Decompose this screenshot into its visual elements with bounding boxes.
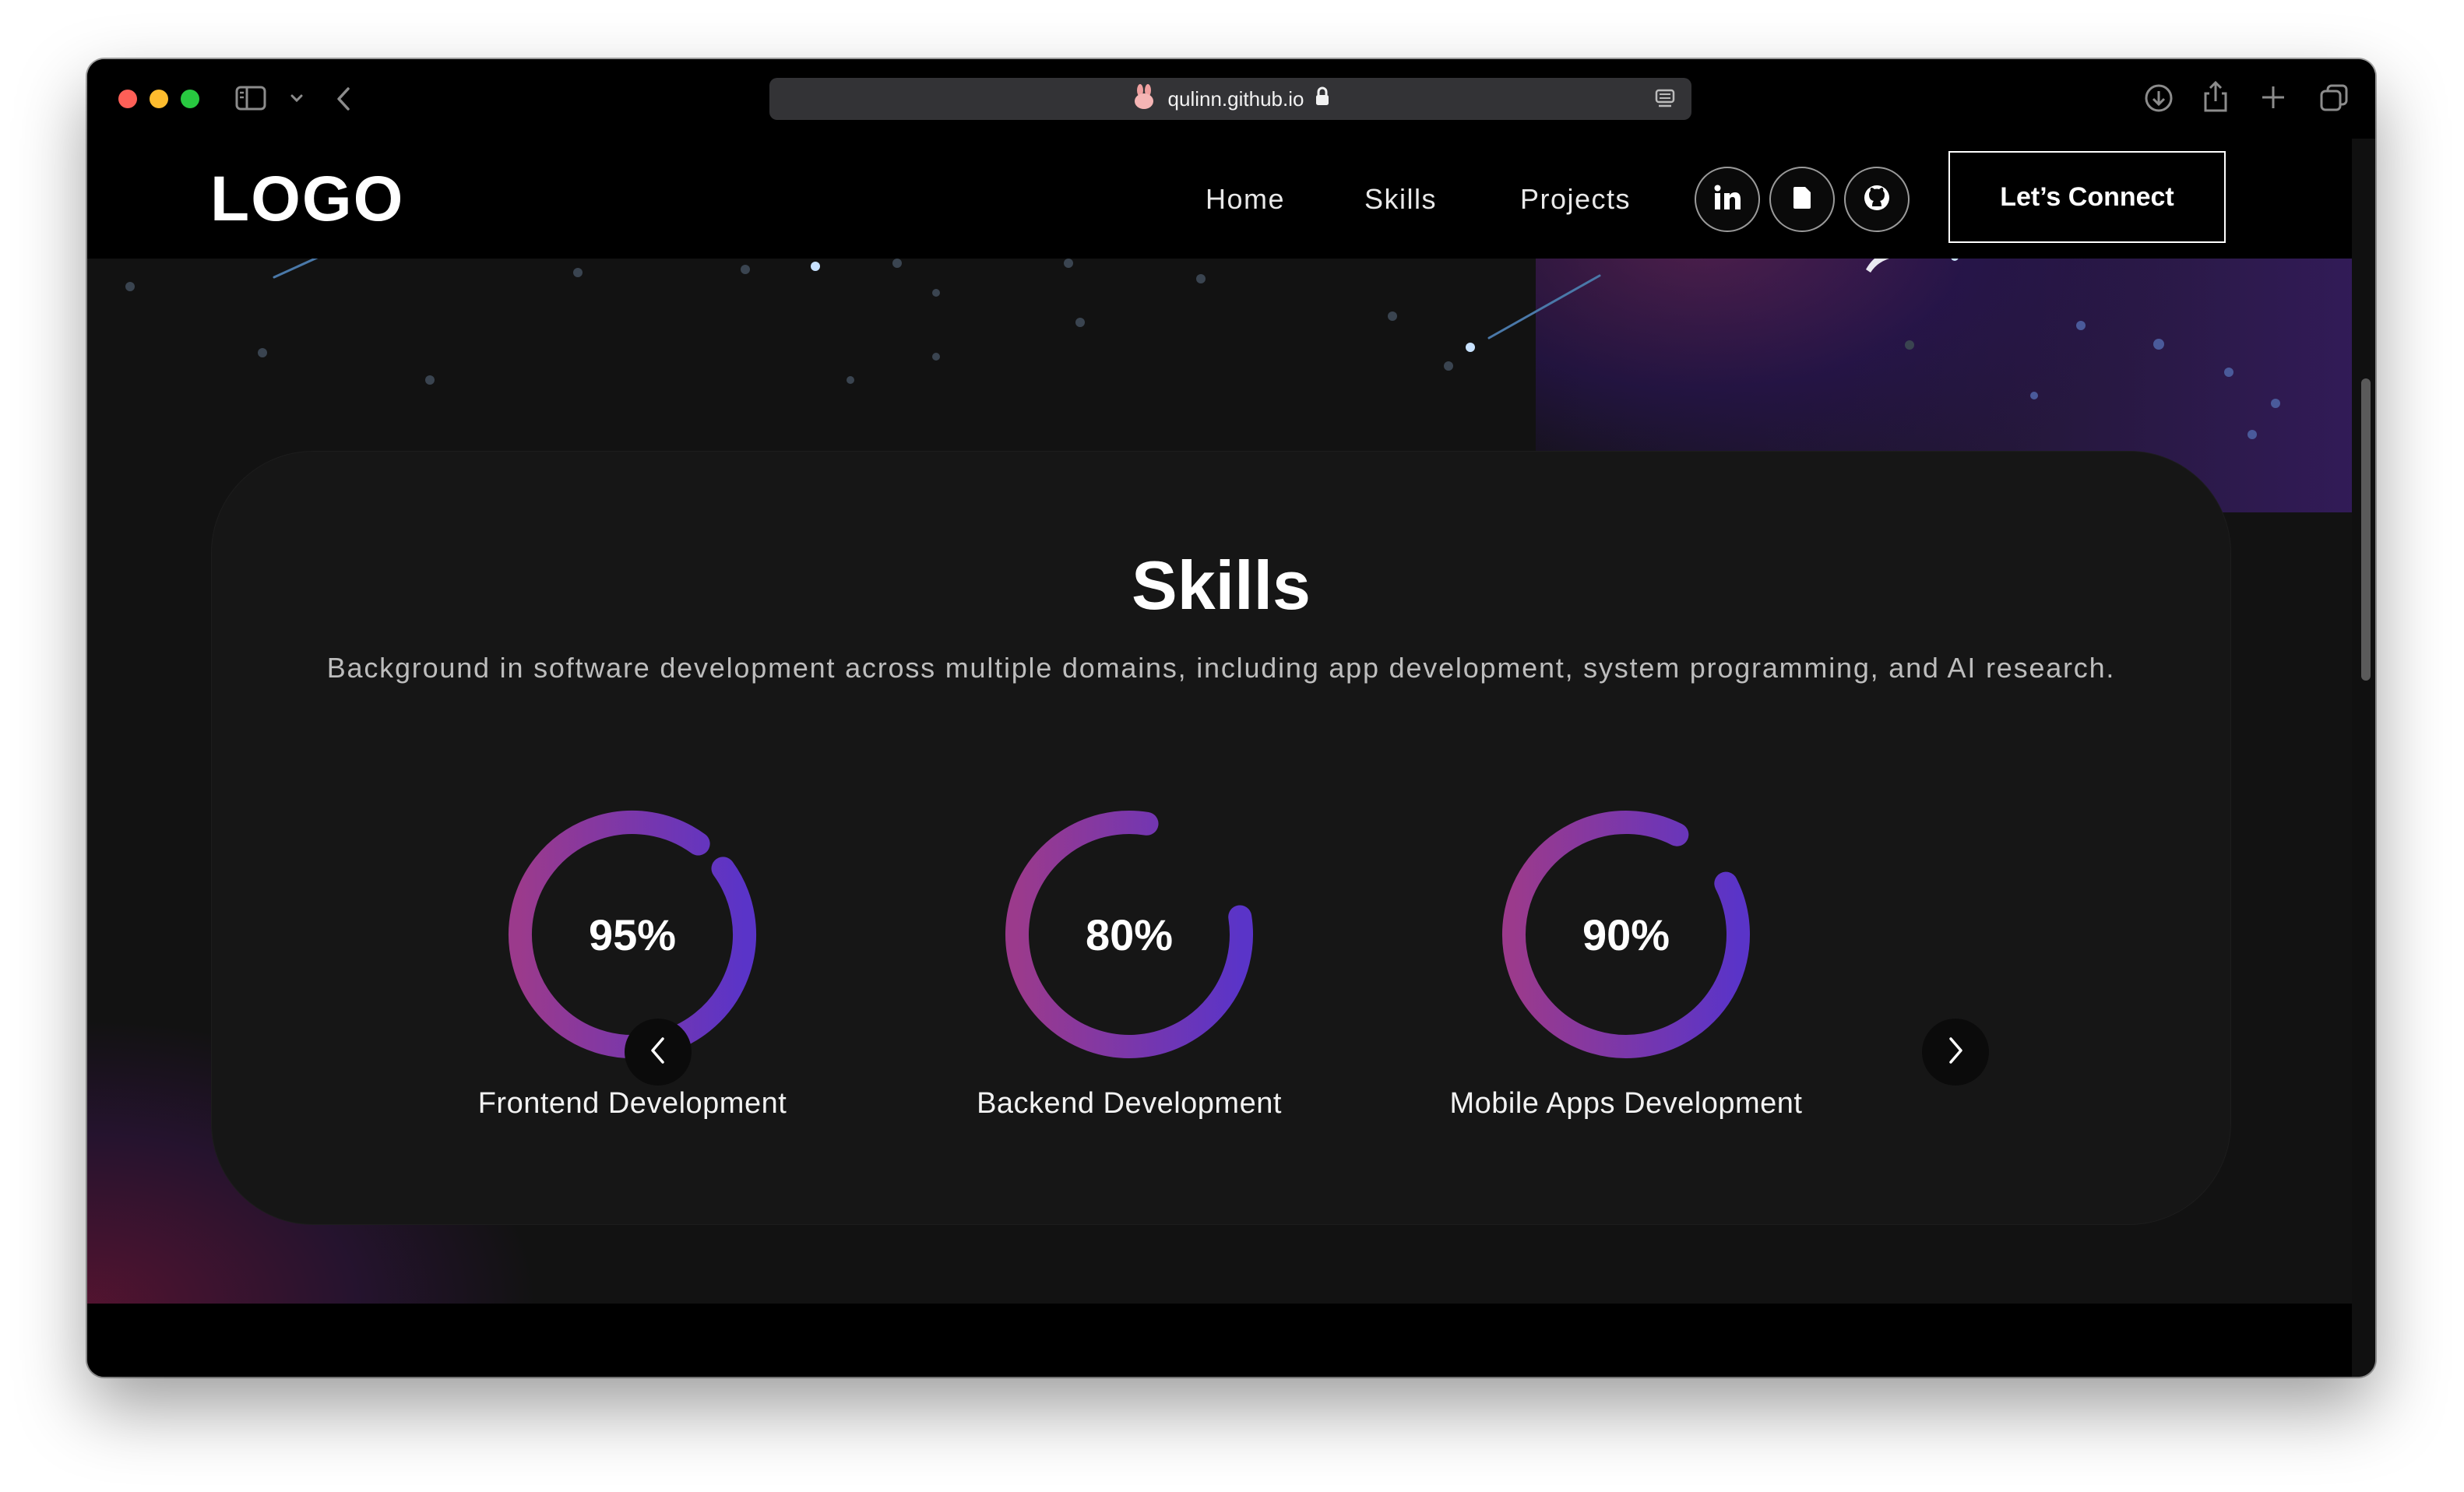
github-button[interactable] xyxy=(1844,167,1910,232)
nav-link-projects[interactable]: Projects xyxy=(1520,182,1631,216)
address-bar[interactable]: qulinn.github.io xyxy=(769,78,1691,120)
chevron-down-icon[interactable] xyxy=(290,93,304,103)
skill-name: Backend Development xyxy=(977,1087,1282,1120)
plus-icon[interactable] xyxy=(2260,84,2286,111)
skill-item-mobile: 90% Mobile Apps Development xyxy=(1424,802,1829,1123)
zoom-window-button[interactable] xyxy=(181,90,199,108)
browser-toolbar: qulinn.github.io xyxy=(87,59,2375,139)
progress-ring: 80% xyxy=(997,802,1262,1067)
lock-icon xyxy=(1315,86,1330,112)
minimize-window-button[interactable] xyxy=(150,90,168,108)
scrollbar-thumb[interactable] xyxy=(2361,378,2371,681)
linkedin-button[interactable] xyxy=(1695,167,1760,232)
bunny-favicon-icon xyxy=(1131,83,1157,115)
skills-title: Skills xyxy=(1132,547,1311,624)
scrollbar-track[interactable] xyxy=(2352,139,2375,1377)
download-icon[interactable] xyxy=(2143,83,2174,114)
carousel-prev-button[interactable] xyxy=(625,1019,692,1086)
linkedin-icon xyxy=(1712,183,1742,216)
site-navbar: LOGO Home Skills Projects Let’s Connect xyxy=(87,139,2352,259)
carousel-next-button[interactable] xyxy=(1922,1019,1989,1086)
site-logo[interactable]: LOGO xyxy=(210,162,404,237)
back-icon[interactable] xyxy=(335,86,352,112)
skills-description: Background in software development acros… xyxy=(326,652,2116,684)
resume-button[interactable] xyxy=(1769,167,1835,232)
reader-icon[interactable] xyxy=(1654,88,1676,115)
skill-percentage: 90% xyxy=(1582,910,1670,959)
skill-item-backend: 80% Backend Development xyxy=(927,802,1332,1123)
tabs-overview-icon[interactable] xyxy=(2319,83,2349,113)
lets-connect-button[interactable]: Let’s Connect xyxy=(1948,151,2226,243)
skill-name: Frontend Development xyxy=(477,1087,787,1120)
web-page: LOGO Home Skills Projects Let’s Connect xyxy=(87,139,2352,1304)
nav-link-home[interactable]: Home xyxy=(1206,182,1285,216)
skill-item-frontend: 95% Frontend Development xyxy=(430,802,835,1123)
progress-ring: 90% xyxy=(1494,802,1758,1067)
skill-percentage: 80% xyxy=(1085,910,1174,959)
skills-card: Skills Background in software developmen… xyxy=(212,452,2230,1224)
sidebar-icon[interactable] xyxy=(235,86,266,111)
progress-ring: 95% xyxy=(500,802,765,1067)
nav-link-skills[interactable]: Skills xyxy=(1364,182,1437,216)
skill-percentage: 95% xyxy=(588,910,677,959)
url-text: qulinn.github.io xyxy=(1167,86,1304,111)
page-footer-area xyxy=(87,1304,2352,1377)
skill-name: Mobile Apps Development xyxy=(1449,1087,1803,1120)
chevron-left-icon xyxy=(648,1035,668,1070)
share-icon[interactable] xyxy=(2202,79,2229,114)
document-icon xyxy=(1792,186,1812,213)
close-window-button[interactable] xyxy=(118,90,137,108)
chevron-right-icon xyxy=(1945,1035,1966,1070)
github-icon xyxy=(1862,183,1892,216)
browser-window: qulinn.github.io LOGO Home Skills Projec… xyxy=(87,59,2375,1377)
